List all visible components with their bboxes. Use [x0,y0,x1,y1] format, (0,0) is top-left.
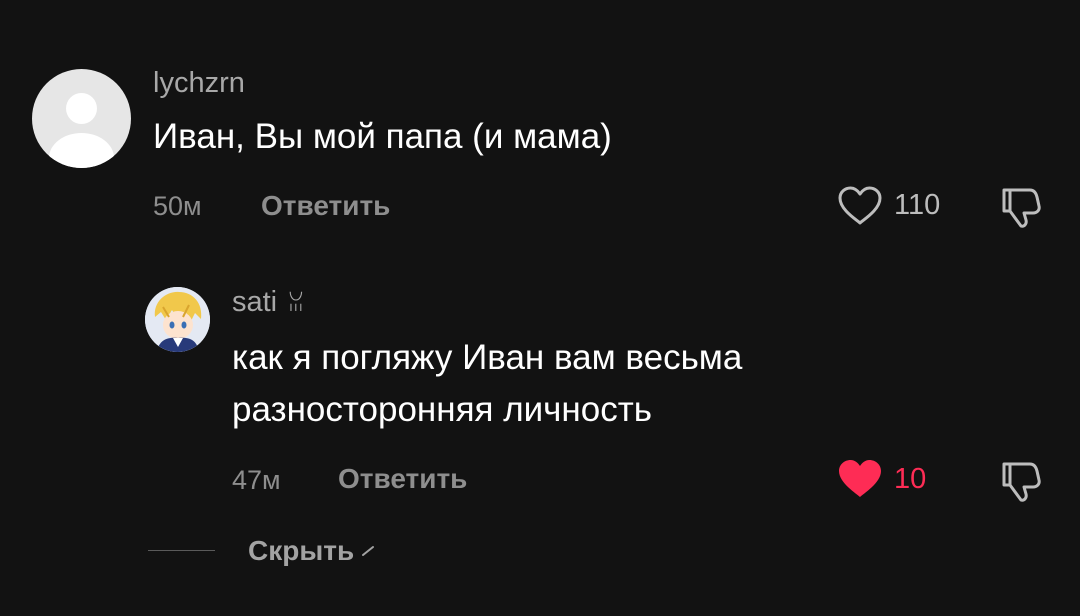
reply-username[interactable]: sati ꈍ [232,288,304,317]
comment-timestamp: 50м [153,191,202,221]
avatar-head-shape [66,93,97,124]
reply-button[interactable]: Ответить [261,192,390,220]
thumbs-down-icon[interactable] [996,184,1046,230]
avatar-body-shape [49,133,114,168]
comment-username[interactable]: lychzrn [153,69,245,98]
thumbs-down-icon[interactable] [996,458,1046,504]
avatar-default[interactable] [32,69,131,168]
chevron-up-icon [360,545,376,557]
hide-replies-button[interactable]: Скрыть [248,537,376,565]
like-count: 110 [894,189,941,221]
username-text: sati [232,286,278,318]
reply-text-line-2: разносторонняя личность [232,390,652,429]
like-count: 10 [894,463,927,495]
heart-outline-icon[interactable] [837,185,883,227]
reply-timestamp: 47м [232,465,281,495]
username-badge: ꈍ [287,291,305,316]
comment-text: Иван, Вы мой папа (и мама) [153,117,612,156]
replies-divider [148,550,215,551]
heart-filled-icon[interactable] [837,458,883,500]
hide-replies-label: Скрыть [248,535,355,566]
user-avatar[interactable] [145,287,210,352]
reply-button[interactable]: Ответить [338,465,467,493]
reply-text-line-1: как я погляжу Иван вам весьма [232,338,743,377]
